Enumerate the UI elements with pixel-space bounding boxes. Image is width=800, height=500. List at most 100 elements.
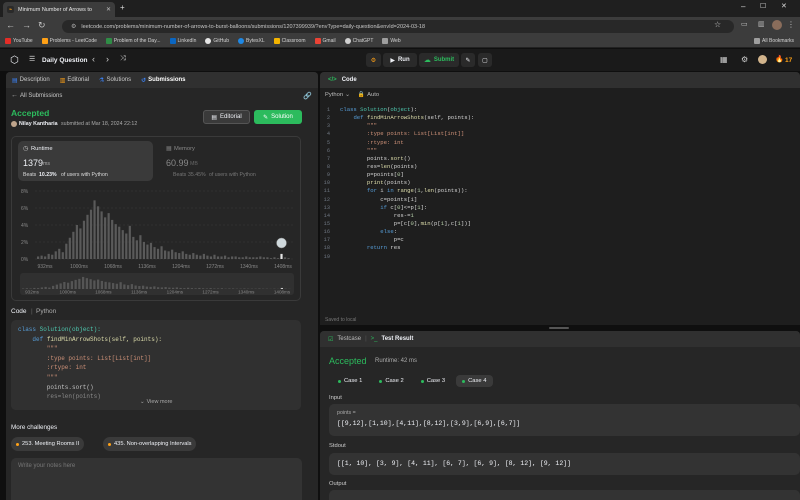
code-line[interactable]: 15 p=[c[0],min(p[1],c[1])] — [320, 220, 800, 228]
solution-button[interactable]: ✎ Solution — [254, 110, 302, 124]
all-submissions-link[interactable]: All Submissions — [20, 93, 62, 99]
new-tab-icon[interactable]: + — [120, 3, 125, 12]
runtime-minimap[interactable]: 932ms 1000ms 1068ms 1136ms 1204ms 1272ms 1340m… — [20, 273, 294, 295]
tab-editorial[interactable]: ▥ Editorial — [60, 77, 89, 84]
problem-list-icon[interactable]: ☰ — [29, 55, 35, 63]
code-line[interactable]: 12 c=points[i] — [320, 196, 800, 204]
code-line[interactable]: 5 :rtype: int — [320, 139, 800, 147]
bookmark-star-icon[interactable]: ☆ — [714, 20, 721, 29]
profile-avatar[interactable] — [772, 20, 782, 30]
tab-description[interactable]: ▤ Description — [12, 77, 50, 84]
notes-textarea[interactable]: Write your notes here — [11, 458, 302, 500]
maximize-icon[interactable]: ☐ — [760, 2, 766, 10]
panel-resize-handle[interactable] — [549, 327, 569, 329]
tab-test-result[interactable]: Test Result — [381, 336, 413, 342]
case-tab-4[interactable]: Case 4 — [456, 375, 493, 387]
histogram-bar — [44, 256, 47, 259]
user-avatar[interactable] — [758, 55, 767, 64]
minimap-bar — [100, 280, 103, 289]
random-question-icon[interactable]: ⤨ — [120, 55, 126, 63]
prev-question-icon[interactable]: ‹ — [92, 54, 95, 64]
code-line[interactable]: 7 points.sort() — [320, 155, 800, 163]
bookmark-chatgpt[interactable]: ChatGPT — [344, 38, 373, 44]
sidepanel-icon[interactable]: ▥ — [758, 20, 765, 28]
bookmark-problems[interactable]: Problems - LeetCode — [41, 38, 97, 44]
lock-icon: 🔒 — [357, 92, 366, 98]
streak-fire-icon[interactable]: 🔥 — [775, 55, 784, 63]
tab-search-icon[interactable]: ▭ — [741, 20, 748, 28]
view-more-link[interactable]: ⌄ View more — [140, 399, 173, 405]
browser-tab[interactable]: ⌁ Minimum Number of Arrows to ✕ — [3, 2, 115, 17]
minimap-bar — [149, 286, 152, 289]
challenge-chip-1[interactable]: 435. Non-overlapping Intervals — [103, 437, 197, 451]
code-line[interactable]: 1 class Solution(object): — [320, 106, 800, 114]
bookmark-github[interactable]: GitHub — [205, 38, 229, 44]
bookmark-gmail[interactable]: Gmail — [314, 38, 336, 44]
case-tab-2[interactable]: Case 2 — [373, 375, 409, 387]
code-line[interactable]: 14 res-=1 — [320, 212, 800, 220]
bookmark-web[interactable]: Web — [382, 38, 401, 44]
back-icon[interactable]: ← — [6, 20, 15, 30]
shortcut-button[interactable]: ▢ — [478, 53, 492, 67]
tab-close-icon[interactable]: ✕ — [106, 6, 111, 13]
code-line[interactable]: 8 res=len(points) — [320, 163, 800, 171]
debug-button[interactable]: ⚙ — [366, 53, 381, 67]
settings-icon[interactable]: ⚙ — [741, 55, 748, 64]
forward-icon[interactable]: → — [22, 20, 31, 30]
x-tick-label: 1408ms — [274, 264, 292, 270]
auto-toggle[interactable]: 🔒 Auto — [358, 92, 379, 98]
code-line[interactable]: 19 — [320, 253, 800, 261]
link-icon[interactable]: 🔗 — [303, 92, 312, 100]
code-line[interactable]: 13 if c[0]<=p[1]: — [320, 204, 800, 212]
bookmark-classroom[interactable]: Classroom — [273, 38, 306, 44]
bookmark-bytesxl[interactable]: BytesXL — [237, 38, 265, 44]
minimap-bar — [63, 282, 66, 289]
tab-submissions[interactable]: ↺ Submissions — [141, 77, 185, 84]
tab-testcase[interactable]: Testcase — [337, 336, 361, 342]
code-preview-line: """ — [18, 373, 294, 383]
url-input[interactable]: ⚙ leetcode.com/problems/minimum-number-o… — [62, 20, 734, 33]
bookmark-potd[interactable]: Problem of the Day... — [105, 38, 161, 44]
tab-solutions[interactable]: ⚗ Solutions — [99, 77, 131, 84]
author-name[interactable]: Nilay Kantharia — [19, 121, 58, 127]
daily-question-link[interactable]: Daily Question — [42, 57, 88, 64]
bookmark-linkedin[interactable]: LinkedIn — [169, 38, 196, 44]
notes-button[interactable]: ✎ — [461, 53, 475, 67]
code-line[interactable]: 18 return res — [320, 244, 800, 252]
submit-button[interactable]: ☁ Submit — [419, 53, 459, 67]
reload-icon[interactable]: ↻ — [38, 20, 46, 31]
run-button[interactable]: ▶ Run — [383, 53, 417, 67]
histogram-bar — [68, 237, 71, 259]
code-line[interactable]: 11 for i in range(1,len(points)): — [320, 187, 800, 195]
runtime-beats-prefix: Beats — [23, 172, 37, 178]
runtime-distribution-chart[interactable]: 8% 6% 4% 2% 0% 932ms 1000ms 1068ms 1136ms 1204ms 1… — [11, 185, 301, 270]
code-line[interactable]: 10 print(points) — [320, 179, 800, 187]
code-line[interactable]: 4 :type points: List[List[int]] — [320, 130, 800, 138]
code-line[interactable]: 16 else: — [320, 228, 800, 236]
code-line[interactable]: 6 """ — [320, 147, 800, 155]
code-line[interactable]: 17 p=c — [320, 236, 800, 244]
layout-icon[interactable]: ▦ — [720, 55, 728, 64]
site-info-icon[interactable]: ⚙ — [71, 23, 76, 30]
language-select[interactable]: Python ⌄ — [325, 92, 350, 98]
back-arrow-icon[interactable]: ← — [11, 92, 18, 99]
minimize-icon[interactable]: – — [741, 2, 745, 11]
memory-label[interactable]: Memory — [174, 146, 195, 152]
case-tab-1[interactable]: Case 1 — [332, 375, 368, 387]
histogram-bar — [37, 256, 40, 259]
code-line[interactable]: 2 def findMinArrowShots(self, points): — [320, 114, 800, 122]
code-line[interactable]: 3 """ — [320, 122, 800, 130]
next-question-icon[interactable]: › — [106, 54, 109, 64]
bookmark-all[interactable]: All Bookmarks — [754, 38, 794, 44]
case-tab-3[interactable]: Case 3 — [415, 375, 451, 387]
editorial-button[interactable]: ▤ Editorial — [203, 110, 250, 124]
bookmark-youtube[interactable]: YouTube — [5, 38, 33, 44]
line-number: 3 — [326, 123, 330, 130]
chrome-menu-icon[interactable]: ⋮ — [787, 20, 795, 29]
code-editor[interactable]: 1 class Solution(object): 2 def findMinArr… — [320, 106, 800, 261]
minimap-tick-label: 1408ms — [274, 290, 291, 295]
leetcode-logo-icon[interactable]: ⬡ — [10, 55, 19, 66]
code-line[interactable]: 9 p=points[0] — [320, 171, 800, 179]
window-close-icon[interactable]: ✕ — [781, 2, 787, 10]
challenge-chip-0[interactable]: 253. Meeting Rooms II — [11, 437, 85, 451]
